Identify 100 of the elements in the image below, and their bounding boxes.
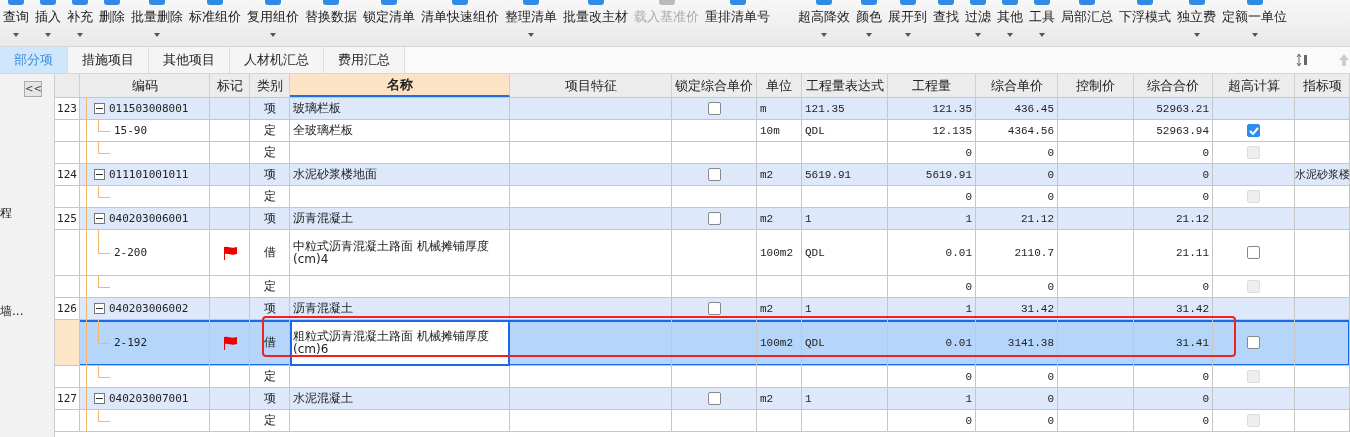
collapse-icon[interactable] [94, 103, 105, 114]
toolbar-button[interactable]: 替换数据 [304, 0, 358, 46]
table-cell: 100m2 [760, 336, 793, 349]
table-cell: m2 [760, 168, 774, 181]
table-cell: 1 [805, 212, 812, 225]
column-header[interactable]: 名称 [386, 75, 413, 94]
header-cell[interactable]: 超高计算 [1213, 74, 1295, 97]
tool-icon [149, 0, 165, 5]
table-row[interactable]: 125 040203006001 项 沥青混凝土 m2 1 1 21.12 21.12 [55, 208, 1350, 230]
column-header[interactable]: 超高计算 [1227, 76, 1280, 95]
column-header[interactable]: 综合单价 [990, 76, 1043, 95]
column-header[interactable]: 编码 [131, 76, 158, 95]
collapse-icon[interactable] [94, 303, 105, 314]
tool-icon [1188, 0, 1205, 5]
checkbox[interactable] [707, 212, 721, 225]
header-cell[interactable]: 工程量 [888, 74, 976, 97]
table-cell: QDL [805, 246, 825, 259]
table-row[interactable]: 127 040203007001 项 水泥混凝土 m2 1 1 0 0 [55, 388, 1350, 410]
toolbar-button[interactable]: 颜色 [855, 0, 883, 46]
table-row[interactable]: 123 011503008001 项 玻璃栏板 m 121.35 121.35 436.45 52963.21 [55, 98, 1350, 120]
header-cell[interactable]: 项目特征 [510, 74, 672, 97]
header-cell[interactable]: 指标项 [1295, 74, 1350, 97]
toolbar-button[interactable]: 超高降效 [797, 0, 851, 46]
toolbar-button[interactable]: 独立费 [1176, 0, 1217, 46]
column-header[interactable]: 标记 [216, 76, 243, 95]
sort-icon[interactable] [1296, 53, 1308, 67]
checkbox[interactable] [707, 392, 721, 405]
header-cell[interactable]: 标记 [210, 74, 250, 97]
header-cell[interactable]: 名称 [290, 74, 510, 97]
table-cell: 5619.91 [925, 168, 972, 181]
table-cell: 011101001011 [109, 168, 189, 181]
column-header[interactable]: 指标项 [1302, 76, 1342, 95]
tool-icon [1079, 0, 1095, 5]
tool-icon [323, 0, 339, 5]
column-header[interactable]: 控制价 [1076, 76, 1115, 95]
tool-icon [1034, 0, 1050, 5]
toolbar-button[interactable]: 补充 [66, 0, 94, 46]
table-cell: 0 [965, 370, 972, 383]
toolbar-button[interactable]: 锁定清单 [362, 0, 416, 46]
table-cell: 0 [1047, 168, 1054, 181]
column-header[interactable]: 项目特征 [564, 76, 617, 95]
toolbar-button[interactable]: 批量改主材 [562, 0, 629, 46]
toolbar-button[interactable]: 清单快速组价 [420, 0, 500, 46]
toolbar-button[interactable]: 局部汇总 [1060, 0, 1114, 46]
table-cell: 沥青混凝土 [293, 212, 353, 225]
toolbar-button[interactable]: 工具 [1028, 0, 1056, 46]
table-cell: 0 [1202, 146, 1209, 159]
table-row[interactable]: 126 040203006002 项 沥青混凝土 m2 1 1 31.42 31.42 [55, 298, 1350, 320]
table-row[interactable]: 15-90 定 全玻璃栏板 10m QDL 12.135 4364.56 52963.94 [55, 120, 1350, 142]
checkbox[interactable] [707, 168, 721, 181]
checkbox[interactable] [1247, 336, 1260, 349]
column-header[interactable]: 工程量 [912, 76, 951, 95]
toolbar-button[interactable]: 其他 [996, 0, 1024, 46]
collapse-icon[interactable] [94, 169, 105, 180]
tab[interactable]: 其他项目 [149, 47, 230, 73]
toolbar-button[interactable]: 定额一单位 [1221, 0, 1288, 46]
tool-icon [452, 0, 468, 5]
toolbar-button[interactable]: 重排清单号 [704, 0, 771, 46]
header-cell[interactable]: 编码 [80, 74, 210, 97]
table-cell: 0 [1202, 414, 1209, 427]
toolbar-button[interactable]: 整理清单 [504, 0, 558, 46]
sidebar-item[interactable]: 墙... [0, 303, 24, 320]
table-row[interactable]: 2-200 借 中粒式沥青混凝土路面 机械摊铺厚度(cm)4 100m2 QDL 0.01 2110.7 21.11 [55, 230, 1350, 276]
toolbar-button[interactable]: 删除 [98, 0, 126, 46]
collapse-button[interactable]: << [24, 81, 42, 97]
header-cell[interactable]: 控制价 [1058, 74, 1134, 97]
toolbar-button[interactable]: 下浮模式 [1118, 0, 1172, 46]
table-cell: 项 [263, 210, 276, 227]
header-cell[interactable]: 单位 [757, 74, 802, 97]
table-row[interactable]: 124 011101001011 项 水泥砂浆楼地面 m2 5619.91 5619.91 0 0 水泥砂浆楼 [55, 164, 1350, 186]
collapse-icon[interactable] [94, 213, 105, 224]
table-cell: 项 [263, 166, 276, 183]
toolbar-button[interactable]: 过滤 [964, 0, 992, 46]
table-cell: 15-90 [114, 124, 148, 137]
checkbox[interactable] [707, 102, 721, 115]
toolbar-button[interactable]: 复用组价 [246, 0, 300, 46]
table-row[interactable]: 定 0 0 0 [55, 410, 1350, 432]
tab[interactable]: 措施项目 [68, 47, 149, 73]
checkbox[interactable] [1247, 246, 1260, 259]
tab[interactable]: 费用汇总 [324, 47, 405, 73]
column-header[interactable]: 类别 [256, 76, 283, 95]
toolbar-button[interactable]: 查询 [2, 0, 30, 46]
toolbar-button[interactable]: 批量删除 [130, 0, 184, 46]
table-cell: 52963.94 [1156, 124, 1209, 137]
table-cell: 沥青混凝土 [293, 302, 353, 315]
checkbox[interactable] [1247, 124, 1260, 137]
header-cell[interactable]: 综合单价 [976, 74, 1058, 97]
checkbox[interactable] [707, 302, 721, 315]
sidebar-item[interactable]: 程 [0, 205, 12, 222]
toolbar-button[interactable]: 展开到 [887, 0, 928, 46]
table-cell: 040203006002 [109, 302, 189, 315]
column-header[interactable]: 综合合价 [1147, 76, 1199, 95]
table-cell: 0 [1202, 280, 1209, 293]
toolbar-button[interactable]: 标准组价 [188, 0, 242, 46]
toolbar-button[interactable]: 插入 [34, 0, 62, 46]
toolbar-button[interactable]: 查找 [932, 0, 960, 46]
header-cell[interactable]: 综合合价 [1134, 74, 1213, 97]
column-header[interactable]: 单位 [766, 76, 792, 95]
tab[interactable]: 人材机汇总 [230, 47, 324, 73]
collapse-icon[interactable] [94, 393, 105, 404]
